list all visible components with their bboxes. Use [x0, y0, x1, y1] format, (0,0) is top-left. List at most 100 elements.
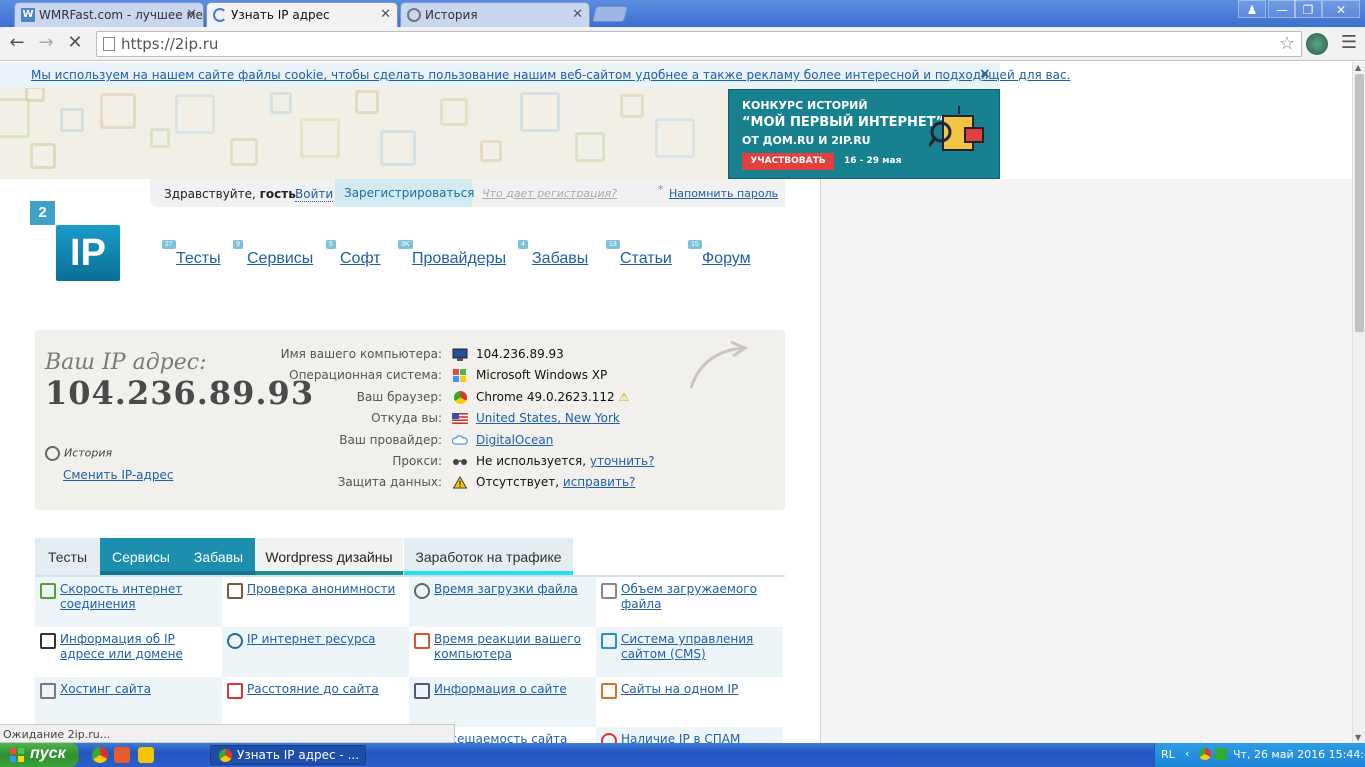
service-cell[interactable]: Проверка анонимности: [222, 577, 409, 627]
info-row-location: Откуда вы: United States, New York: [270, 411, 750, 429]
start-button[interactable]: пуск: [0, 743, 79, 767]
service-link[interactable]: Время реакции вашего компьютера: [434, 632, 592, 662]
browser-tab-strip: W WMRFast.com - лучшее мес ✕ Узнать IP а…: [0, 0, 1365, 27]
page-icon: [103, 37, 115, 51]
warning-icon: [452, 476, 468, 489]
service-link[interactable]: Проверка анонимности: [247, 582, 405, 597]
service-link[interactable]: Система управления сайтом (CMS): [621, 632, 779, 662]
history-label[interactable]: История: [45, 446, 112, 461]
scrollbar-thumb[interactable]: [1355, 74, 1364, 332]
cookie-notice-link[interactable]: Мы используем на нашем сайте файлы cooki…: [31, 68, 1070, 82]
count-badge: 4: [518, 240, 528, 249]
menu-item-tests[interactable]: 27 Тесты: [162, 240, 221, 268]
service-link[interactable]: Информация об IP адресе или домене: [60, 632, 218, 662]
cloud-icon: [452, 435, 468, 445]
tab-2[interactable]: Забавы: [182, 538, 255, 576]
back-button[interactable]: ←: [6, 33, 28, 55]
service-cell[interactable]: Расстояние до сайта: [222, 677, 409, 727]
tray-network-icon[interactable]: [1215, 748, 1227, 760]
service-cell[interactable]: Хостинг сайта: [35, 677, 222, 727]
menu-item-providers[interactable]: 3K Провайдеры: [398, 240, 506, 268]
scroll-up-icon[interactable]: ▲: [1355, 63, 1361, 72]
tab-0[interactable]: Тесты: [35, 538, 100, 576]
taskbar-window-button[interactable]: Узнать IP адрес - ...: [210, 745, 366, 765]
address-bar[interactable]: https://2ip.ru ☆: [96, 31, 1302, 57]
menu-label: Тесты: [176, 250, 221, 267]
service-link[interactable]: Время загрузки файла: [434, 582, 592, 597]
service-cell[interactable]: Информация о сайте: [409, 677, 596, 727]
browser-tab-wmrfast[interactable]: W WMRFast.com - лучшее мес ✕: [14, 2, 204, 27]
service-cell[interactable]: Сайты на одном IP: [596, 677, 783, 727]
tab-3[interactable]: Wordpress дизайны: [255, 538, 403, 576]
user-profile-icon[interactable]: ♟: [1238, 0, 1266, 18]
minimize-button[interactable]: —: [1268, 0, 1296, 18]
us-flag-icon: [452, 413, 468, 424]
service-link[interactable]: IP интернет ресурса: [247, 632, 405, 647]
ip-title: Ваш IP адрес:: [45, 350, 207, 375]
service-link[interactable]: Наличие IP в СПАМ базах: [621, 732, 779, 743]
service-link[interactable]: Расстояние до сайта: [247, 682, 405, 697]
browser-tab-history[interactable]: История ✕: [400, 2, 590, 27]
close-window-button[interactable]: ✕: [1322, 0, 1360, 18]
language-indicator[interactable]: RL: [1161, 748, 1175, 761]
fix-protection-link[interactable]: исправить?: [563, 475, 636, 489]
tab-1[interactable]: Сервисы: [100, 538, 182, 576]
new-tab-button[interactable]: [591, 6, 629, 22]
tray-expand-icon[interactable]: ‹: [1185, 747, 1189, 760]
login-link[interactable]: Войти: [295, 187, 334, 202]
menu-item-fun[interactable]: 4 Забавы: [518, 240, 588, 268]
menu-item-services[interactable]: 9 Сервисы: [233, 240, 313, 268]
service-cell[interactable]: Время загрузки файла: [409, 577, 596, 627]
close-icon[interactable]: ×: [979, 66, 991, 82]
why-register-link[interactable]: Что дает регистрация?: [482, 187, 617, 200]
wmrfast-favicon-icon: W: [21, 8, 35, 22]
scroll-down-icon[interactable]: ▼: [1355, 733, 1361, 742]
forward-button[interactable]: →: [35, 33, 57, 55]
menu-icon[interactable]: ☰: [1338, 33, 1360, 55]
service-cell[interactable]: Информация об IP адресе или домене: [35, 627, 222, 677]
service-link[interactable]: Скорость интернет соединения: [60, 582, 218, 612]
info-label: Прокси:: [392, 454, 442, 468]
remind-password-link[interactable]: Напомнить пароль: [669, 187, 778, 200]
spam-icon: [601, 733, 617, 743]
service-link[interactable]: Информация о сайте: [434, 682, 592, 697]
bookmark-star-icon[interactable]: ☆: [1279, 33, 1295, 54]
menu-item-forum[interactable]: 15 Форум: [688, 240, 751, 268]
restore-button[interactable]: ❐: [1294, 0, 1322, 18]
tray-chrome-icon[interactable]: [1199, 748, 1211, 760]
close-tab-icon[interactable]: ✕: [572, 7, 583, 22]
location-link[interactable]: United States, New York: [476, 411, 620, 425]
cms-icon: [601, 633, 617, 649]
messenger-quicklaunch-icon[interactable]: [138, 747, 154, 763]
tab-4[interactable]: Заработок на трафике: [404, 538, 573, 576]
service-cell[interactable]: Наличие IP в СПАМ базах: [596, 727, 783, 743]
change-ip-link[interactable]: Сменить IP-адрес: [63, 468, 173, 482]
service-link[interactable]: Объем загружаемого файла: [621, 582, 779, 612]
service-cell[interactable]: IP интернет ресурса: [222, 627, 409, 677]
menu-item-soft[interactable]: 5 Софт: [326, 240, 381, 268]
close-tab-icon[interactable]: ✕: [380, 7, 391, 22]
service-cell[interactable]: Система управления сайтом (CMS): [596, 627, 783, 677]
register-button[interactable]: Зарегистрироваться: [335, 179, 474, 207]
service-link[interactable]: Хостинг сайта: [60, 682, 218, 697]
contest-ad-banner[interactable]: КОНКУРС ИСТОРИЙ “МОЙ ПЕРВЫЙ ИНТЕРНЕТ” ОТ…: [728, 89, 1000, 179]
browser-tab-2ip[interactable]: Узнать IP адрес ✕: [206, 2, 398, 27]
service-cell[interactable]: Скорость интернет соединения: [35, 577, 222, 627]
participate-button[interactable]: УЧАСТВОВАТЬ: [742, 153, 834, 170]
service-link[interactable]: Посещаемость сайта: [434, 732, 592, 743]
service-link[interactable]: Сайты на одном IP: [621, 682, 779, 697]
service-cell[interactable]: Объем загружаемого файла: [596, 577, 783, 627]
app-quicklaunch-icon[interactable]: [114, 747, 130, 763]
service-cell[interactable]: Время реакции вашего компьютера: [409, 627, 596, 677]
provider-link[interactable]: DigitalOcean: [476, 433, 553, 447]
page-scrollbar[interactable]: ▲ ▼: [1352, 62, 1365, 743]
stop-loading-button[interactable]: ✕: [64, 33, 86, 55]
menu-item-articles[interactable]: 13 Статьи: [606, 240, 672, 268]
status-bubble: Ожидание 2ip.ru...: [0, 724, 455, 743]
extension-globe-icon[interactable]: [1306, 33, 1328, 55]
site-logo[interactable]: 2 IP: [30, 201, 122, 283]
url-text[interactable]: https://2ip.ru: [121, 35, 218, 53]
chrome-quicklaunch-icon[interactable]: [92, 747, 108, 763]
proxy-clarify-link[interactable]: уточнить?: [590, 454, 655, 468]
close-tab-icon[interactable]: ✕: [186, 7, 197, 22]
